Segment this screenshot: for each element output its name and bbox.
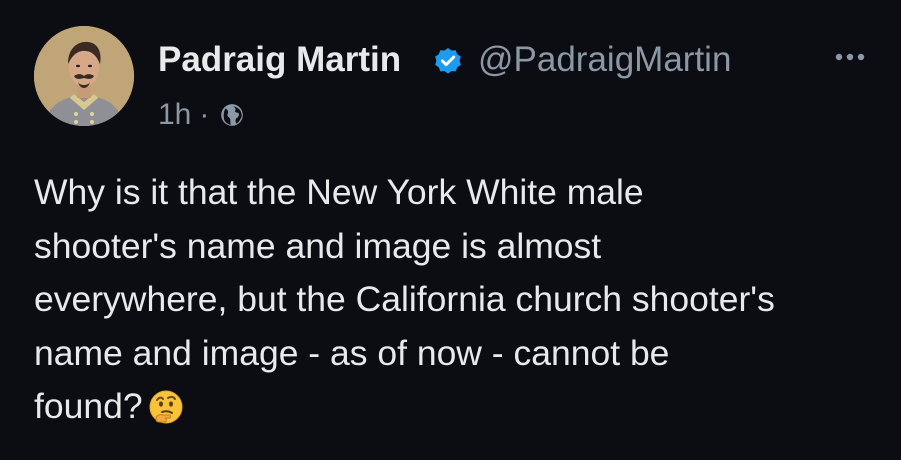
tweet-text-content: Why is it that the New York White male s… (34, 172, 775, 426)
author-handle[interactable]: @PadraigMartin (478, 40, 731, 80)
globe-icon (219, 102, 245, 128)
author-display-name[interactable]: Padraig Martin (158, 40, 401, 80)
more-options-icon[interactable] (830, 42, 870, 72)
meta-separator: · (199, 98, 210, 131)
tweet-timestamp[interactable]: 1h (158, 98, 191, 132)
verified-badge-icon (432, 46, 464, 78)
tweet-text: Why is it that the New York White male s… (34, 166, 884, 434)
tweet-meta: 1h · (158, 96, 245, 134)
author-avatar[interactable] (34, 26, 134, 126)
thinking-face-emoji-icon (147, 388, 185, 426)
tweet-card[interactable]: Padraig Martin @PadraigMartin 1h · Why i… (0, 0, 901, 460)
